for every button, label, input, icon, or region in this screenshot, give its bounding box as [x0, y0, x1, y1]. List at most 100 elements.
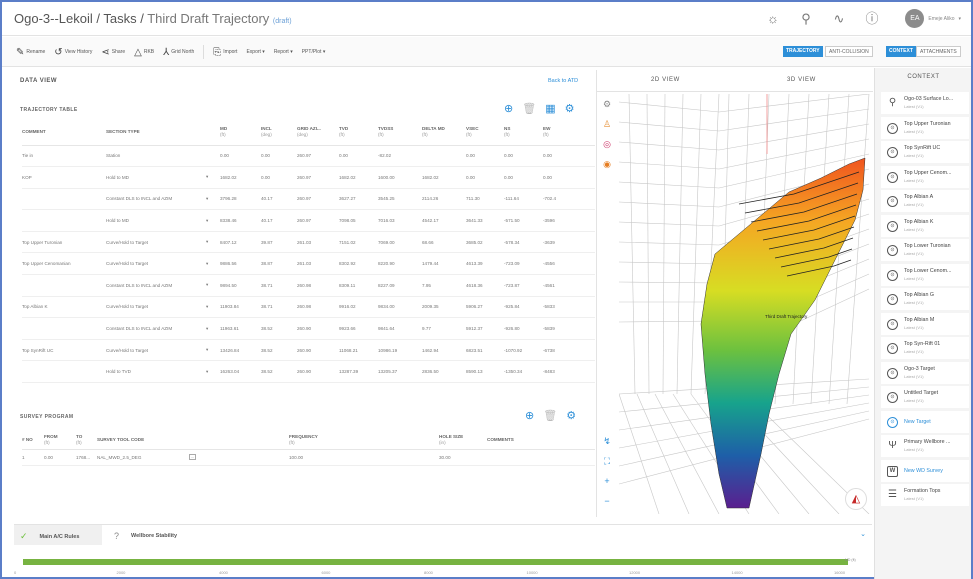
- rkb-label: RKB: [143, 49, 155, 55]
- context-item[interactable]: ⊙ New Target: [881, 410, 969, 433]
- settings-icon[interactable]: ⚙: [565, 104, 575, 115]
- context-item[interactable]: ⊙ Top Albian K Latest (V1): [881, 214, 969, 237]
- tool-picker-button[interactable]: …: [189, 454, 196, 460]
- table-row[interactable]: Tie in Station 0.00 0.00 260.97 0.00 -82.02 0.0…: [22, 145, 595, 168]
- survey-settings-icon[interactable]: ⚙: [566, 411, 576, 422]
- fit-view-icon[interactable]: ⛶: [601, 455, 613, 467]
- section-type-dropdown[interactable]: ▾: [206, 296, 220, 319]
- survey-cell: NAL_MWD_2.5_DEG: [97, 449, 189, 466]
- target-marker-icon[interactable]: ◎: [601, 138, 613, 150]
- context-item-version: Latest (V1): [904, 251, 924, 256]
- add-survey-icon[interactable]: ⊕: [525, 411, 534, 422]
- survey-header-label: # NO: [22, 436, 33, 442]
- table-row[interactable]: KOP Hold to MD ▾ 1682.02 0.00 260.97 1682.02 16…: [22, 166, 595, 189]
- section-type-dropdown[interactable]: ▾: [206, 252, 220, 276]
- import-button[interactable]: ⎘ Import: [213, 47, 237, 58]
- section-type-dropdown[interactable]: ▾: [206, 231, 220, 254]
- tab-anti-collision[interactable]: ANTI-COLLISION: [825, 46, 873, 57]
- section-type-dropdown[interactable]: ▾: [206, 188, 220, 211]
- axis-icon[interactable]: ↯: [601, 435, 613, 447]
- back-to-atd-link[interactable]: Back to ATD: [548, 78, 578, 84]
- survey-row[interactable]: 1 0.00 1768... NAL_MWD_2.5_DEG… 100.00 30.00: [22, 449, 595, 466]
- columns-icon[interactable]: ▦: [545, 104, 555, 115]
- table-cell: 0.00: [504, 166, 543, 189]
- zoom-out-icon[interactable]: −: [601, 495, 613, 507]
- context-item[interactable]: ⊙ Top Albian M Latest (V1): [881, 312, 969, 335]
- context-item[interactable]: ☰ Formation Tops Latest (V1): [881, 484, 969, 506]
- table-row[interactable]: Hold to MD ▾ 8338.46 40.17 260.97 7098.05 7016…: [22, 209, 595, 232]
- table-cell: 7069.00: [378, 231, 422, 254]
- column-header: COMMENT: [22, 120, 106, 146]
- compass-icon[interactable]: ◭: [845, 488, 867, 510]
- rename-button[interactable]: ✎ Rename: [16, 47, 45, 58]
- context-item[interactable]: ⊙ Top SynRift UC Latest (V1): [881, 141, 969, 163]
- 3d-scene[interactable]: Third Draft Trajectory: [619, 94, 871, 514]
- context-item[interactable]: ⊙ Top Lower Cenom... Latest (V1): [881, 263, 969, 286]
- tab-3d-view[interactable]: 3D VIEW: [787, 77, 816, 83]
- settings-gear-icon[interactable]: ⚙: [601, 98, 613, 110]
- table-row[interactable]: Top Upper Cenomanian Curve/Hold to Target…: [22, 252, 595, 276]
- table-row[interactable]: Constant DLS to INCL and AZIM ▾ 3796.28 40.…: [22, 188, 595, 211]
- zoom-in-icon[interactable]: +: [601, 475, 613, 487]
- context-item[interactable]: Ψ Primary Wellbore ... Latest (V1): [881, 435, 969, 457]
- context-item-version: Latest (V1): [904, 496, 924, 501]
- context-item[interactable]: ⚲ Ogo-03 Surface Lo... Latest (V1): [881, 92, 969, 114]
- tab-main-ac-rules[interactable]: ✓ Main A/C Rules: [20, 531, 79, 542]
- import-label: Import: [223, 49, 238, 55]
- target-icon: ⊙: [887, 245, 898, 256]
- table-row[interactable]: Constant DLS to INCL and AZIM ▾ 9894.50 38.…: [22, 274, 595, 297]
- tab-context[interactable]: CONTEXT: [886, 46, 916, 57]
- context-item[interactable]: ⊙ Top Syn-Rift 01 Latest (V1): [881, 337, 969, 359]
- section-type-dropdown[interactable]: [206, 145, 220, 168]
- delete-icon[interactable]: 🗑: [522, 104, 536, 115]
- context-item[interactable]: ⊙ Top Upper Turonian Latest (V1): [881, 116, 969, 139]
- user-activity-icon[interactable]: ⚲: [797, 10, 815, 28]
- context-item[interactable]: W New WD Survey: [881, 459, 969, 482]
- help-icon[interactable]: ⓘ: [863, 10, 881, 28]
- table-cell: -723.87: [504, 274, 543, 297]
- tab-2d-view[interactable]: 2D VIEW: [651, 77, 680, 83]
- grid-north-button[interactable]: ⅄ Grid North: [163, 47, 194, 58]
- export-menu[interactable]: Export ▾: [246, 49, 264, 55]
- table-row[interactable]: Top Albian K Curve/Hold to Target ▾ 11903.8…: [22, 296, 595, 319]
- context-item[interactable]: ⊙ Top Lower Turonian Latest (V1): [881, 239, 969, 261]
- table-row[interactable]: Top Upper Turonian Curve/Hold to Target ▾ 8…: [22, 231, 595, 254]
- ppt-plot-menu[interactable]: PPT/Plot ▾: [302, 49, 326, 55]
- table-row[interactable]: Hold to TVD ▾ 16263.04 38.52 260.90 13287.39 1…: [22, 360, 595, 384]
- table-row[interactable]: Constant DLS to INCL and AZIM ▾ 11963.61 38…: [22, 317, 595, 340]
- column-header-unit: (ft): [378, 132, 384, 138]
- section-type-dropdown[interactable]: ▾: [206, 317, 220, 340]
- section-type-dropdown[interactable]: ▾: [206, 360, 220, 384]
- well-marker-icon[interactable]: ♙: [601, 118, 613, 130]
- section-type-dropdown[interactable]: ▾: [206, 209, 220, 232]
- tab-wellbore-stability[interactable]: ? Wellbore Stability: [114, 531, 177, 541]
- context-item[interactable]: ⊙ Top Albian G Latest (V1): [881, 288, 969, 310]
- tab-attachments[interactable]: ATTACHMENTS: [916, 46, 961, 57]
- rkb-button[interactable]: △ RKB: [134, 47, 154, 58]
- delete-survey-icon[interactable]: 🗑: [543, 411, 557, 422]
- table-row[interactable]: Top SynRift UC Curve/Hold to Target ▾ 13426…: [22, 339, 595, 362]
- add-icon[interactable]: ⊕: [504, 104, 513, 115]
- table-cell: 8302.92: [339, 252, 378, 276]
- lightbulb-icon[interactable]: ☼: [764, 10, 782, 28]
- section-type-dropdown[interactable]: ▾: [206, 166, 220, 189]
- section-type-dropdown[interactable]: ▾: [206, 339, 220, 362]
- context-item[interactable]: ⊙ Ogo-3 Target Latest (V1): [881, 361, 969, 384]
- context-item-name: Untitled Target: [904, 390, 939, 396]
- report-menu[interactable]: Report ▾: [274, 49, 293, 55]
- avatar: EA: [905, 9, 925, 28]
- pulse-icon[interactable]: ∿: [830, 10, 848, 28]
- target-icon: ⊙: [887, 196, 898, 207]
- section-type-dropdown[interactable]: ▾: [206, 274, 220, 297]
- view-history-button[interactable]: ↺ View History: [54, 47, 92, 58]
- user-menu[interactable]: EA Emeje Aliko ▾: [905, 9, 961, 28]
- tab-trajectory[interactable]: TRAJECTORY: [783, 46, 823, 57]
- collapse-chevron-icon[interactable]: ⌄: [860, 530, 866, 538]
- context-item[interactable]: ⊙ Top Upper Cenom... Latest (V1): [881, 165, 969, 188]
- context-item[interactable]: ⊙ Top Albian A Latest (V1): [881, 190, 969, 212]
- location-icon[interactable]: ◉: [601, 158, 613, 170]
- share-button[interactable]: ⋖ Share: [101, 47, 125, 58]
- table-cell: 2114.26: [422, 188, 466, 211]
- breadcrumb[interactable]: Ogo-3--Lekoil / Tasks /: [14, 11, 147, 26]
- context-item[interactable]: ⊙ Untitled Target Latest (V1): [881, 386, 969, 408]
